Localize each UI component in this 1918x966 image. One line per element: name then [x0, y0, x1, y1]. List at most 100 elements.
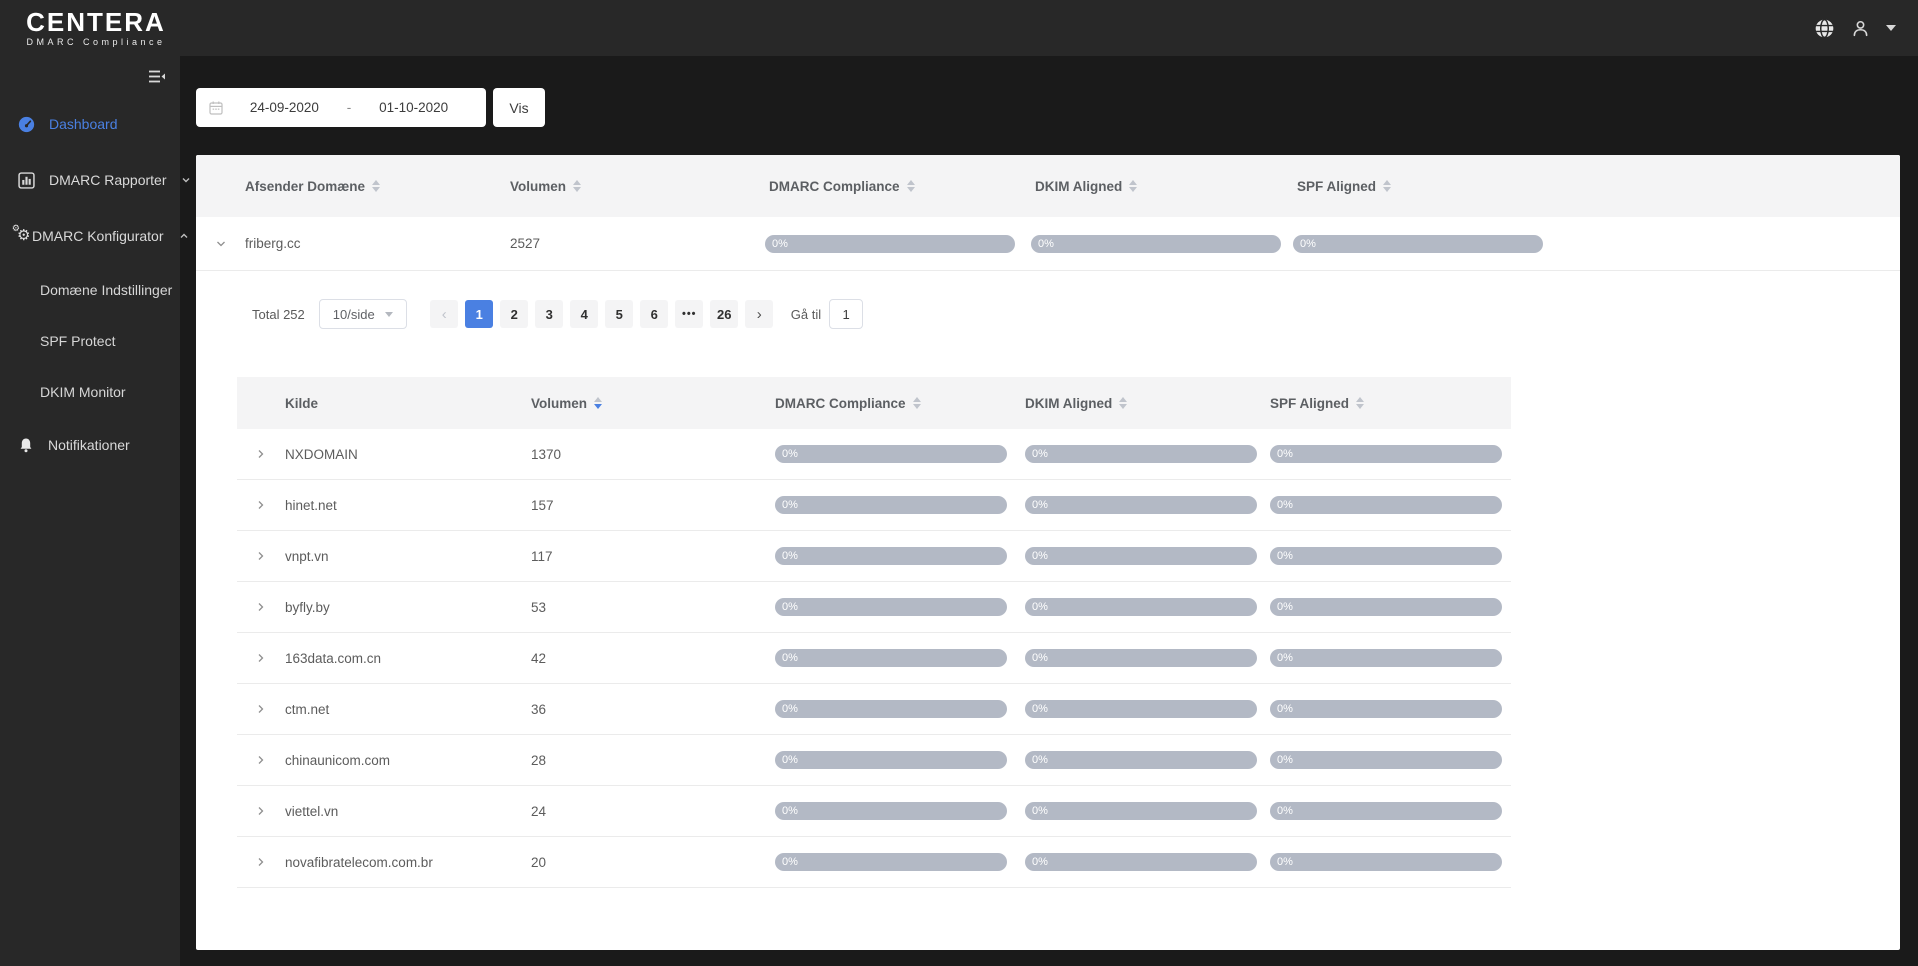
spf-aligned-bar: 0%: [1270, 598, 1502, 616]
chevron-right-icon: [255, 499, 267, 511]
column-header-dkim-aligned[interactable]: DKIM Aligned: [1025, 396, 1270, 411]
sidebar-item-domaene-indstillinger[interactable]: Domæne Indstillinger: [0, 264, 180, 315]
column-header-volumen[interactable]: Volumen: [531, 396, 775, 411]
chevron-down-icon: [180, 174, 192, 186]
spf-aligned-bar: 0%: [1270, 700, 1502, 718]
globe-icon[interactable]: [1814, 18, 1835, 39]
pagination-page-button[interactable]: 4: [570, 300, 598, 328]
sort-icon[interactable]: [1383, 180, 1391, 192]
table-row: novafibratelecom.com.br 20 0% 0% 0%: [237, 837, 1511, 888]
volume-cell: 2527: [510, 236, 769, 251]
volume-cell: 42: [531, 651, 775, 666]
goto-page-label: Gå til: [791, 307, 821, 322]
dkim-aligned-bar: 0%: [1025, 649, 1257, 667]
pagination-page-button[interactable]: 5: [605, 300, 633, 328]
table-row: chinaunicom.com 28 0% 0% 0%: [237, 735, 1511, 786]
page-size-select[interactable]: 10/side: [319, 299, 407, 329]
topbar: CENTERA DMARC Compliance: [0, 0, 1918, 56]
sources-table-header: Kilde Volumen DMARC Compliance DKIM Alig…: [237, 377, 1511, 429]
sidebar-item-spf-protect[interactable]: SPF Protect: [0, 315, 180, 366]
sidebar-item-dashboard[interactable]: Dashboard: [0, 96, 180, 152]
submenu-item-label: DKIM Monitor: [40, 384, 126, 400]
column-header-dmarc-compliance[interactable]: DMARC Compliance: [775, 396, 1025, 411]
pagination-page-button[interactable]: 1: [465, 300, 493, 328]
sources-table-body: NXDOMAIN 1370 0% 0% 0% hinet.net 157 0% …: [237, 429, 1511, 888]
pagination-page-button[interactable]: 2: [500, 300, 528, 328]
expand-row-toggle[interactable]: [237, 856, 285, 868]
date-range-picker[interactable]: 24-09-2020 - 01-10-2020: [196, 88, 486, 127]
sort-icon-active-desc[interactable]: [594, 397, 602, 409]
expand-row-toggle[interactable]: [237, 601, 285, 613]
source-name-cell: novafibratelecom.com.br: [285, 855, 531, 870]
sort-icon[interactable]: [1356, 397, 1364, 409]
pagination-next-button[interactable]: ›: [745, 300, 773, 328]
dkim-aligned-bar: 0%: [1025, 751, 1257, 769]
chevron-right-icon: [255, 652, 267, 664]
sidebar-item-dmarc-rapporter[interactable]: DMARC Rapporter: [0, 152, 180, 208]
sidebar-item-dkim-monitor[interactable]: DKIM Monitor: [0, 366, 180, 417]
column-header-dmarc-compliance[interactable]: DMARC Compliance: [769, 179, 1035, 194]
domain-name-cell: friberg.cc: [245, 236, 510, 251]
column-header-dkim-aligned[interactable]: DKIM Aligned: [1035, 179, 1297, 194]
collapse-row-toggle[interactable]: [196, 238, 245, 250]
source-name-cell: ctm.net: [285, 702, 531, 717]
brand-name: CENTERA: [26, 9, 166, 35]
bell-icon: [18, 437, 34, 454]
volume-cell: 20: [531, 855, 775, 870]
sidebar-item-dmarc-konfigurator[interactable]: ⚙⚙ DMARC Konfigurator: [0, 208, 180, 264]
volume-cell: 36: [531, 702, 775, 717]
expand-row-toggle[interactable]: [237, 550, 285, 562]
expand-row-toggle[interactable]: [237, 499, 285, 511]
pagination-page-button[interactable]: 6: [640, 300, 668, 328]
source-name-cell: NXDOMAIN: [285, 447, 531, 462]
expand-row-toggle[interactable]: [237, 448, 285, 460]
sort-icon[interactable]: [573, 180, 581, 192]
pagination-prev-button[interactable]: ‹: [430, 300, 458, 328]
column-header-afsender-domaene[interactable]: Afsender Domæne: [245, 179, 510, 194]
date-to-value[interactable]: 01-10-2020: [353, 100, 474, 115]
column-header-spf-aligned[interactable]: SPF Aligned: [1270, 396, 1511, 411]
table-row: byfly.by 53 0% 0% 0%: [237, 582, 1511, 633]
volume-cell: 28: [531, 753, 775, 768]
sort-icon[interactable]: [1129, 180, 1137, 192]
vis-button[interactable]: Vis: [493, 88, 545, 127]
chevron-right-icon: [255, 805, 267, 817]
pagination-page-button[interactable]: 26: [710, 300, 738, 328]
goto-page-input[interactable]: [829, 299, 863, 329]
sort-icon[interactable]: [913, 397, 921, 409]
pagination-pages: ‹ 123456•••26: [427, 300, 742, 328]
dkim-aligned-bar: 0%: [1025, 547, 1257, 565]
sidebar-collapse-icon[interactable]: [147, 69, 166, 84]
source-name-cell: chinaunicom.com: [285, 753, 531, 768]
table-row: viettel.vn 24 0% 0% 0%: [237, 786, 1511, 837]
pagination-ellipsis-button[interactable]: •••: [675, 300, 703, 328]
table-row: 163data.com.cn 42 0% 0% 0%: [237, 633, 1511, 684]
expand-row-toggle[interactable]: [237, 703, 285, 715]
sidebar-item-notifikationer[interactable]: Notifikationer: [0, 417, 180, 473]
chevron-right-icon: [255, 856, 267, 868]
sort-icon[interactable]: [372, 180, 380, 192]
expand-row-toggle[interactable]: [237, 754, 285, 766]
table-row: vnpt.vn 117 0% 0% 0%: [237, 531, 1511, 582]
date-from-value[interactable]: 24-09-2020: [224, 100, 345, 115]
dkim-aligned-bar: 0%: [1025, 598, 1257, 616]
volume-cell: 24: [531, 804, 775, 819]
caret-down-icon[interactable]: [1886, 25, 1896, 31]
expand-row-toggle[interactable]: [237, 805, 285, 817]
dkim-aligned-bar: 0%: [1025, 700, 1257, 718]
pagination-page-button[interactable]: 3: [535, 300, 563, 328]
dkim-aligned-bar: 0%: [1031, 235, 1281, 253]
spf-aligned-bar: 0%: [1270, 445, 1502, 463]
spf-aligned-bar: 0%: [1270, 496, 1502, 514]
sidebar-item-label: Dashboard: [49, 116, 118, 132]
user-icon[interactable]: [1851, 19, 1870, 38]
column-header-spf-aligned[interactable]: SPF Aligned: [1297, 179, 1547, 194]
expand-row-toggle[interactable]: [237, 652, 285, 664]
sort-icon[interactable]: [1119, 397, 1127, 409]
domains-table-header: Afsender Domæne Volumen DMARC Compliance…: [196, 155, 1900, 217]
dmarc-compliance-bar: 0%: [775, 700, 1007, 718]
sort-icon[interactable]: [907, 180, 915, 192]
column-header-volumen[interactable]: Volumen: [510, 179, 769, 194]
spf-aligned-bar: 0%: [1270, 649, 1502, 667]
sidebar-item-label: Notifikationer: [48, 437, 130, 453]
